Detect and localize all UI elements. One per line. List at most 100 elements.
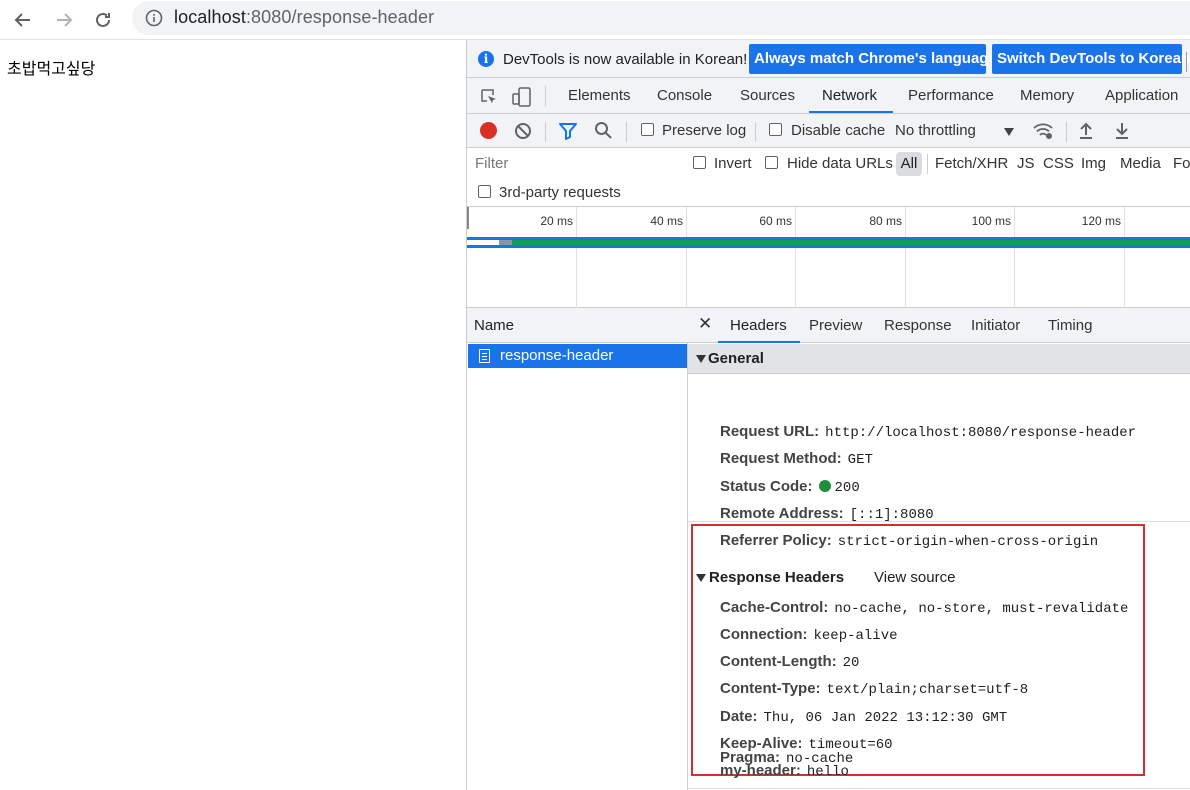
- clear-icon[interactable]: [514, 122, 532, 140]
- network-overview-timeline[interactable]: 20 ms 40 ms 60 ms 80 ms 100 ms 120 ms: [467, 207, 1190, 308]
- general-row: Request Method: GET: [720, 450, 873, 470]
- record-button[interactable]: [480, 122, 497, 139]
- header-key: Date:: [720, 708, 758, 725]
- response-header-row: Content-Length: 20: [720, 653, 859, 673]
- page-body-text: 초밥먹고싶당: [7, 59, 96, 78]
- section-divider: [688, 521, 1190, 522]
- filter-type-all[interactable]: All: [896, 152, 922, 176]
- tab-network[interactable]: Network: [822, 87, 877, 104]
- response-header-row: Date: Thu, 06 Jan 2022 13:12:30 GMT: [720, 708, 1007, 728]
- tick-label: 120 ms: [1081, 214, 1121, 228]
- filter-type-font[interactable]: Fo: [1173, 155, 1190, 172]
- devtools-panel: i DevTools is now available in Korean! A…: [466, 40, 1190, 790]
- detail-tabbar: ✕ Headers Preview Response Initiator Tim…: [688, 308, 1190, 343]
- tab-performance[interactable]: Performance: [908, 87, 994, 104]
- tick-label: 80 ms: [869, 214, 902, 228]
- forward-button[interactable]: [50, 6, 78, 34]
- disable-cache-label: Disable cache: [791, 122, 886, 139]
- invert-checkbox[interactable]: [693, 156, 706, 169]
- url-rest: :8080/response-header: [245, 7, 435, 27]
- filter-type-css[interactable]: CSS: [1043, 155, 1074, 172]
- header-value: 20: [842, 655, 860, 671]
- chevron-down-icon[interactable]: [1004, 128, 1014, 136]
- request-detail-panel: ✕ Headers Preview Response Initiator Tim…: [688, 308, 1190, 790]
- header-value: Thu, 06 Jan 2022 13:12:30 GMT: [763, 710, 1008, 726]
- reload-button[interactable]: [89, 6, 117, 34]
- preserve-log-label: Preserve log: [662, 122, 747, 139]
- url-host: localhost: [174, 7, 246, 27]
- request-row[interactable]: response-header: [468, 344, 687, 368]
- name-column-header[interactable]: Name: [467, 308, 688, 343]
- filter-type-img[interactable]: Img: [1081, 155, 1106, 172]
- panel-bottom-divider: [688, 788, 1190, 789]
- url-text[interactable]: localhost:8080/response-header: [174, 7, 434, 28]
- info-icon: i: [478, 51, 494, 67]
- general-row: Remote Address: [::1]:8080: [720, 505, 934, 525]
- filter-type-fetch-xhr[interactable]: Fetch/XHR: [935, 155, 1008, 172]
- response-headers-title[interactable]: Response Headers: [709, 569, 844, 586]
- timeline-start-marker: [467, 207, 469, 229]
- tick-label: 100 ms: [971, 214, 1011, 228]
- header-value: http://localhost:8080/response-header: [825, 425, 1137, 441]
- inspect-element-icon[interactable]: [479, 87, 499, 107]
- tab-application[interactable]: Application: [1105, 87, 1178, 104]
- filter-type-media[interactable]: Media: [1120, 155, 1161, 172]
- close-icon[interactable]: ✕: [698, 314, 712, 334]
- active-tab-indicator: [809, 111, 893, 113]
- header-value: 200: [834, 480, 860, 496]
- throttling-select[interactable]: No throttling: [895, 122, 976, 139]
- invert-label: Invert: [714, 155, 752, 172]
- toolbar-separator: [755, 122, 756, 142]
- tick-label: 60 ms: [759, 214, 792, 228]
- tab-elements[interactable]: Elements: [568, 87, 631, 104]
- header-key: Remote Address:: [720, 505, 844, 522]
- tab-sources[interactable]: Sources: [740, 87, 795, 104]
- tab-timing[interactable]: Timing: [1048, 317, 1092, 334]
- general-title: General: [708, 350, 764, 367]
- network-conditions-icon[interactable]: [1032, 121, 1054, 141]
- back-button[interactable]: [9, 6, 37, 34]
- general-row: Status Code: 200: [720, 478, 860, 498]
- always-match-language-button[interactable]: Always match Chrome's language: [749, 44, 997, 74]
- browser-toolbar: localhost:8080/response-header: [0, 0, 1190, 40]
- arrow-left-icon: [14, 13, 30, 27]
- view-source-link[interactable]: View source: [874, 569, 955, 586]
- name-column-label: Name: [474, 317, 515, 334]
- response-header-row: Cache-Control: no-cache, no-store, must-r…: [720, 599, 1128, 619]
- hide-data-urls-checkbox[interactable]: [765, 156, 778, 169]
- toolbar-separator: [1066, 122, 1067, 142]
- tabbar-separator: [545, 86, 546, 106]
- network-toolbar: Preserve log Disable cache No throttling: [467, 114, 1190, 148]
- tick-label: 20 ms: [540, 214, 573, 228]
- filter-icon[interactable]: [558, 122, 578, 140]
- tick-line: [576, 207, 577, 308]
- response-header-row: Content-Type: text/plain;charset=utf-8: [720, 680, 1028, 700]
- disable-cache-checkbox[interactable]: [769, 123, 782, 136]
- general-section-header[interactable]: General: [688, 344, 1190, 374]
- tick-line: [905, 207, 906, 308]
- tab-memory[interactable]: Memory: [1020, 87, 1074, 104]
- tab-initiator[interactable]: Initiator: [971, 317, 1020, 334]
- filter-input[interactable]: [470, 152, 676, 174]
- search-icon[interactable]: [594, 121, 613, 140]
- tab-console[interactable]: Console: [657, 87, 712, 104]
- tab-response[interactable]: Response: [884, 317, 952, 334]
- tick-label: 40 ms: [650, 214, 683, 228]
- download-icon[interactable]: [1114, 121, 1130, 139]
- third-party-label: 3rd-party requests: [499, 184, 621, 201]
- preserve-log-checkbox[interactable]: [641, 123, 654, 136]
- tab-preview[interactable]: Preview: [809, 317, 862, 334]
- header-value: no-cache: [786, 751, 854, 767]
- tick-line: [1014, 207, 1015, 308]
- header-value: text/plain;charset=utf-8: [826, 682, 1029, 698]
- upload-icon[interactable]: [1078, 121, 1094, 139]
- switch-to-korean-button[interactable]: Switch DevTools to Korean: [992, 44, 1190, 74]
- triangle-down-icon[interactable]: [696, 574, 706, 582]
- device-toolbar-icon[interactable]: [511, 86, 533, 108]
- third-party-checkbox[interactable]: [478, 185, 491, 198]
- request-name: response-header: [500, 347, 614, 364]
- filter-type-js[interactable]: JS: [1017, 155, 1035, 172]
- status-ok-icon: [818, 480, 831, 492]
- tab-headers[interactable]: Headers: [730, 317, 787, 334]
- filter-separator: [927, 154, 928, 174]
